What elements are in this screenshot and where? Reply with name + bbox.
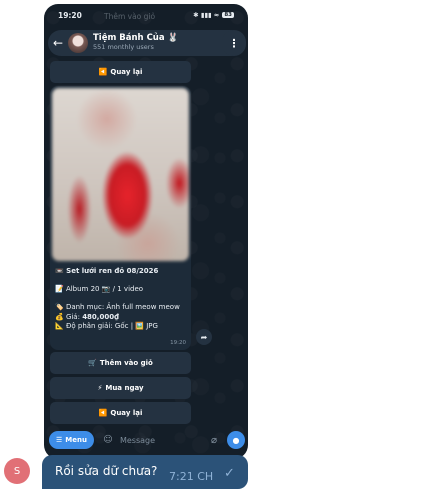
chat-subtitle: 551 monthly users: [93, 43, 154, 52]
buy-now-label: Mua ngay: [105, 384, 144, 392]
share-icon[interactable]: ➦: [196, 329, 212, 345]
phone-screenshot: 19:20 Thêm vào giỏ ✱ ▮▮▮ ≈ 83 ← Tiệm Bán…: [44, 4, 248, 459]
back-inline-button-bottom[interactable]: ◀️ Quay lại: [50, 402, 191, 424]
menu-button-label: Menu: [65, 436, 87, 444]
message-input[interactable]: Message: [120, 436, 205, 445]
post-album: 📝 Album 20 📷 / 1 video: [55, 285, 144, 294]
cart-icon: 🛒: [88, 359, 97, 367]
signal-wifi-icons: ✱ ▮▮▮ ≈: [193, 11, 220, 19]
menu-lines-icon: ☰: [56, 436, 63, 444]
outgoing-message-time: 7:21 CH: [169, 470, 214, 483]
price-value: 480,000₫: [82, 312, 119, 321]
microphone-icon[interactable]: ●: [227, 431, 245, 449]
post-caption: 📼 Set lưới ren đỏ 08/2026 📝 Album 20 📷 /…: [55, 267, 187, 331]
add-to-cart-label: Thêm vào giỏ: [99, 359, 153, 367]
back-arrow-icon[interactable]: ←: [48, 36, 68, 50]
status-bar: 19:20 Thêm vào giỏ ✱ ▮▮▮ ≈ 83: [44, 4, 248, 26]
post-title: 📼 Set lưới ren đỏ 08/2026: [55, 267, 159, 275]
chat-header[interactable]: ← Tiệm Bánh Của 🐰 551 monthly users: [48, 30, 244, 56]
attach-paperclip-icon[interactable]: ⌀: [205, 435, 223, 446]
post-price: 💰 Giá: 480,000₫: [55, 313, 187, 322]
more-menu-icon[interactable]: ⋮: [222, 30, 246, 56]
status-indicators: ✱ ▮▮▮ ≈ 83: [193, 11, 234, 19]
outgoing-message-bubble: Rồi sửa dữ chưa? 7:21 CH ✓: [42, 455, 248, 489]
message-composer: ☰ Menu ☺ Message ⌀ ●: [49, 429, 245, 451]
buy-now-button[interactable]: ⚡ Mua ngay: [50, 377, 191, 399]
back-button-label: Quay lại: [110, 409, 143, 417]
outgoing-message-text: Rồi sửa dữ chưa?: [55, 464, 158, 478]
back-inline-button-top[interactable]: ◀️ Quay lại: [50, 61, 191, 83]
add-to-cart-button[interactable]: 🛒 Thêm vào giỏ: [50, 352, 191, 374]
chat-titles: Tiệm Bánh Của 🐰 551 monthly users: [93, 34, 178, 52]
lightning-icon: ⚡: [97, 384, 103, 392]
battery-icon: 83: [222, 12, 234, 18]
post-resolution: 📐 Độ phân giải: Gốc | 🖼️ JPG: [55, 321, 158, 330]
channel-avatar[interactable]: [68, 33, 88, 53]
read-check-icon: ✓: [224, 466, 235, 481]
post-media-image[interactable]: [52, 88, 189, 261]
back-button-label: Quay lại: [110, 68, 143, 76]
back-icon: ◀️: [98, 68, 108, 76]
price-label: 💰 Giá:: [55, 312, 83, 321]
post-message-bubble: 📼 Set lưới ren đỏ 08/2026 📝 Album 20 📷 /…: [50, 86, 191, 350]
back-icon: ◀️: [98, 409, 108, 417]
status-ghost-text: Thêm vào giỏ: [104, 12, 156, 21]
post-time: 19:20: [170, 340, 186, 346]
post-category: 🏷️ Danh mục: Ảnh full meow meow: [55, 303, 180, 312]
user-avatar[interactable]: S: [4, 458, 30, 484]
bot-menu-button[interactable]: ☰ Menu: [49, 431, 94, 449]
status-time: 19:20: [58, 10, 82, 20]
sticker-icon[interactable]: ☺: [99, 435, 117, 445]
